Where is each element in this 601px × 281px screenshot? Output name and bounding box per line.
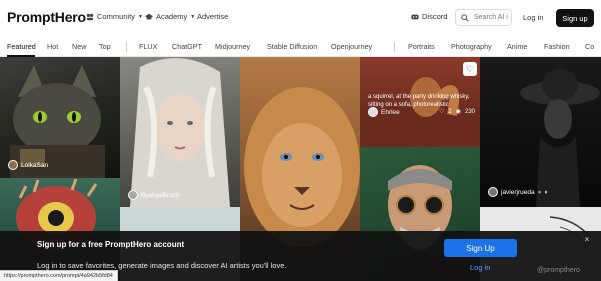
heart-icon: ♡ [439,109,445,115]
tab-divider [394,42,395,52]
prompt-text: a squirrel, at the party drinking whisky… [368,94,470,100]
views-count: 230 [464,108,475,115]
avatar [368,107,378,117]
search-icon [461,13,469,22]
user-tag[interactable]: ByebyeBrazil [128,190,179,200]
category-tabs: Featured Hot New Top FLUX ChatGPT Midjou… [0,36,601,57]
tab-top[interactable]: Top [99,42,111,51]
white-haired-woman-image [130,58,230,207]
avatar [128,190,138,200]
prompthero-watermark: @prompthero [537,267,580,274]
nav-discord[interactable]: Discord [411,12,447,21]
banner-login-link[interactable]: Log in [470,263,490,272]
user-tag[interactable]: javierjrueda ● ◐ [488,187,548,197]
top-navbar: PromptHero Community ▼ Academy ▼ Adverti… [0,0,601,36]
tab-featured[interactable]: Featured [7,42,36,51]
search-placeholder: Search AI i [474,14,508,21]
nav-advertise-label: Advertise [197,12,229,21]
username: ByebyeBrazil [141,191,179,199]
signup-button[interactable]: Sign up [556,9,594,27]
user-tag[interactable]: Ehrlee [368,107,400,117]
nav-community-label: Community [97,12,135,21]
login-link[interactable]: Log in [523,13,543,22]
community-icon [86,13,94,20]
watermark-text: @prompthero [537,267,580,274]
tab-photography[interactable]: Photography [451,42,492,51]
tab-openjourney[interactable]: Openjourney [331,42,372,51]
chevron-down-icon: ▼ [137,13,143,20]
close-icon[interactable]: × [582,235,592,245]
tab-flux[interactable]: FLUX [139,42,157,51]
username: Ehrlee [381,108,400,116]
search-input[interactable]: Search AI i [455,9,512,26]
status-bar-url: https://prompthero.com/prompt/4a942b5fd8… [0,270,118,281]
likes-count: 2 [448,108,452,115]
username: javierjrueda [501,188,535,196]
image-card-hat-woman[interactable]: javierjrueda ● ◐ [480,57,601,207]
tab-new[interactable]: New [72,42,86,51]
nav-academy[interactable]: Academy ▼ [145,12,195,21]
user-tag[interactable]: LolkaSan [8,160,48,170]
username: LolkaSan [21,161,49,169]
tab-fashion[interactable]: Fashion [544,42,570,51]
banner-title: Sign up for a free PromptHero account [37,240,185,249]
woman-in-hat-image [520,69,600,207]
badge-icon: ◐ [544,188,549,196]
image-card-cat-warrior[interactable]: LolkaSan [0,57,120,178]
logo[interactable]: PromptHero [7,9,86,25]
verified-icon: ● [537,188,542,196]
nav-academy-label: Academy [156,12,188,21]
discord-icon [411,14,419,19]
tab-anime[interactable]: Anime [507,42,527,51]
tab-more[interactable]: Co [585,42,594,51]
tab-divider [126,42,127,52]
nav-advertise[interactable]: Advertise [197,12,228,21]
tab-midjourney[interactable]: Midjourney [215,42,250,51]
avatar [488,187,498,197]
nav-community[interactable]: Community ▼ [86,12,143,21]
tab-chatgpt[interactable]: ChatGPT [172,42,202,51]
graduation-cap-icon [145,13,153,19]
tab-hot[interactable]: Hot [47,42,58,51]
avatar [8,160,18,170]
heart-icon[interactable]: ♡ [463,62,477,76]
image-card-squirrel[interactable]: a squirrel, at the party drinking whisky… [360,57,480,147]
tab-stable-diffusion[interactable]: Stable Diffusion [267,42,317,51]
tab-portraits[interactable]: Portraits [408,42,435,51]
eye-icon: ◉ [455,109,461,115]
image-card-elf[interactable]: ByebyeBrazil [120,57,240,207]
nav-discord-label: Discord [422,12,448,21]
chevron-down-icon: ▼ [190,13,196,20]
banner-text: Log in to save favorites, generate image… [37,261,287,270]
banner-signup-button[interactable]: Sign Up [444,239,517,257]
